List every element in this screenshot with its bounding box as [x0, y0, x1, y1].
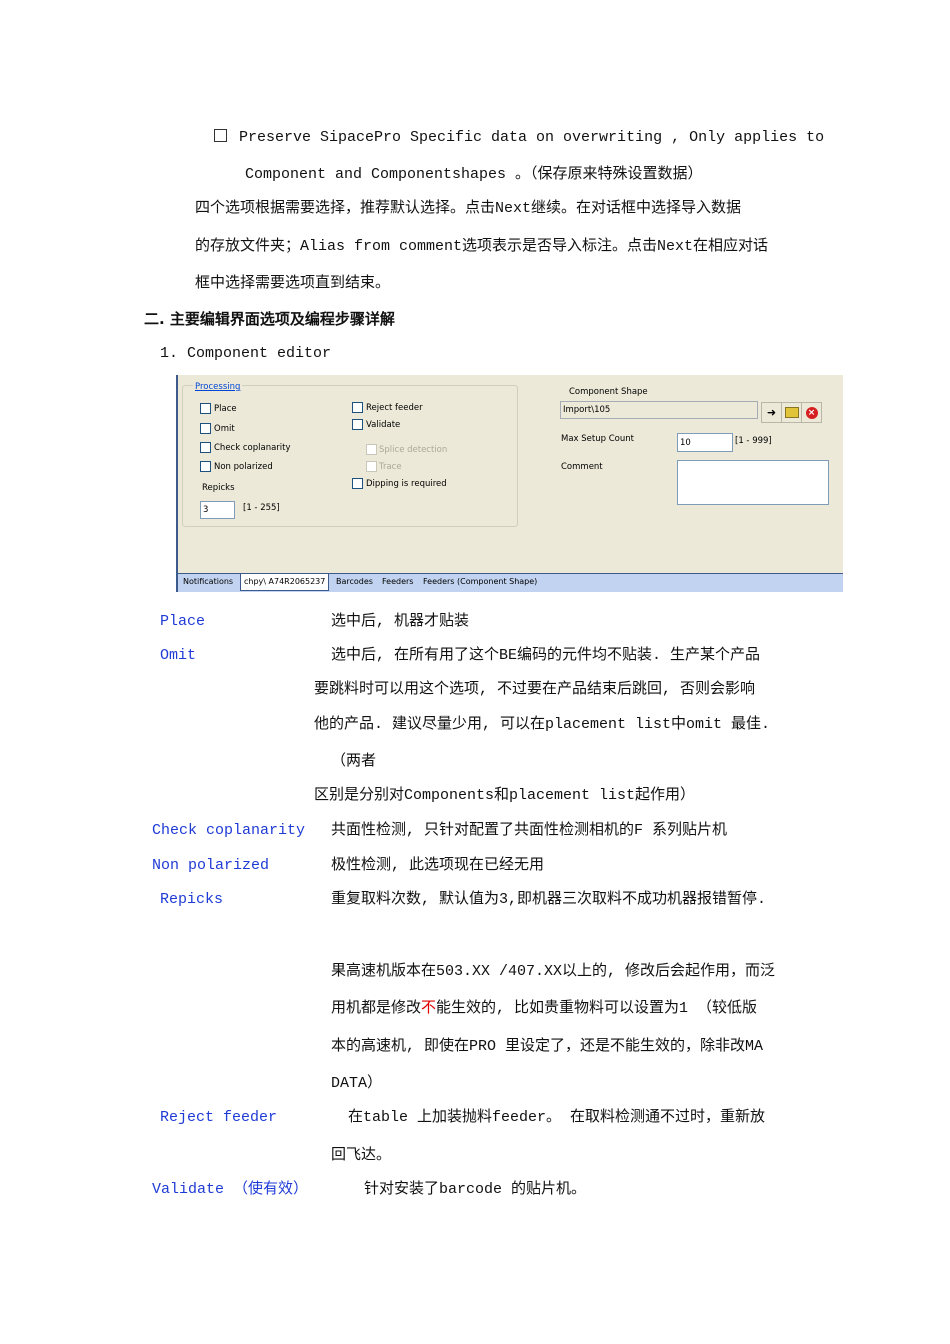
text: 用机都是修改: [331, 1000, 422, 1017]
repicks-label: Repicks: [202, 483, 235, 493]
highlight-text: 不: [421, 1000, 437, 1017]
term-omit: Omit: [160, 647, 197, 664]
term-place: Place: [160, 613, 206, 630]
tab-notifications[interactable]: Notifications: [183, 577, 233, 586]
tab-feeders-component-shape[interactable]: Feeders (Component Shape): [423, 577, 537, 586]
repicks-value: 3: [203, 505, 209, 515]
term-non-polarized: Non polarized: [152, 857, 270, 874]
term-reject-feeder: Reject feeder: [160, 1109, 278, 1126]
desc-check-coplanarity: 共面性检测, 只针对配置了共面性检测相机的F 系列贴片机: [331, 822, 728, 839]
text: 能生效的, 比如贵重物料可以设置为1 （较低版: [436, 1000, 758, 1017]
reject-feeder-label: Reject feeder: [366, 403, 423, 413]
desc-omit: （两者: [331, 753, 377, 770]
max-setup-count-value: 10: [680, 438, 691, 448]
tab-bar: Notifications chpy\ A74R2065237 Barcodes…: [178, 573, 843, 592]
desc-place: 选中后, 机器才贴装: [331, 613, 470, 630]
place-label: Place: [214, 404, 237, 414]
desc-repicks: 本的高速机, 即使在PRO 里设定了，还是不能生效的，除非改MA: [331, 1038, 764, 1055]
omit-checkbox[interactable]: [200, 423, 211, 434]
arrow-right-button[interactable]: ➜: [761, 402, 782, 423]
paragraph-line: 框中选择需要选项直到结束。: [195, 275, 391, 292]
checkbox-icon: [214, 129, 227, 142]
component-shape-label: Component Shape: [569, 387, 648, 397]
desc-omit: 要跳料时可以用这个选项, 不过要在产品结束后跳回, 否则会影响: [314, 681, 756, 698]
term-repicks: Repicks: [160, 891, 224, 908]
folder-open-icon: [784, 407, 799, 418]
component-shape-value: Import\105: [563, 405, 611, 415]
repicks-input[interactable]: 3: [200, 501, 235, 519]
dipping-checkbox[interactable]: [352, 478, 363, 489]
desc-validate: 针对安装了barcode 的贴片机。: [364, 1181, 587, 1198]
preserve-option: Preserve SipacePro Specific data on over…: [214, 129, 824, 147]
comment-textarea[interactable]: [677, 460, 829, 505]
trace-label: Trace: [379, 462, 402, 472]
desc-repicks: 用机都是修改不能生效的, 比如贵重物料可以设置为1 （较低版: [331, 1000, 757, 1018]
max-setup-count-input[interactable]: 10: [677, 433, 733, 452]
desc-non-polarized: 极性检测, 此选项现在已经无用: [331, 857, 545, 874]
term-check-coplanarity: Check coplanarity: [152, 822, 306, 839]
dipping-label: Dipping is required: [366, 479, 447, 489]
comment-label: Comment: [561, 462, 603, 472]
validate-checkbox[interactable]: [352, 419, 363, 430]
desc-omit: 区别是分别对Components和placement list起作用）: [314, 787, 696, 804]
preserve-text: Preserve SipacePro Specific data on over…: [239, 129, 825, 146]
desc-repicks: DATA）: [331, 1075, 383, 1092]
desc-reject-feeder: 在table 上加装抛料feeder。 在取料检测通不过时，重新放: [348, 1109, 766, 1126]
arrow-right-icon: ➜: [766, 406, 777, 419]
tab-component[interactable]: chpy\ A74R2065237: [240, 574, 330, 591]
processing-title: Processing: [193, 382, 243, 392]
max-setup-range: [1 - 999]: [735, 436, 772, 446]
max-setup-count-label: Max Setup Count: [561, 434, 634, 444]
paragraph-line: 四个选项根据需要选择，推荐默认选择。点击Next继续。在对话框中选择导入数据: [195, 200, 742, 217]
desc-repicks: 重复取料次数, 默认值为3,即机器三次取料不成功机器报错暂停.: [331, 891, 767, 908]
splice-detection-checkbox: [366, 444, 377, 455]
paragraph-line: 的存放文件夹；Alias from comment选项表示是否导入标注。点击Ne…: [195, 238, 769, 255]
preserve-text-2: Component and Componentshapes 。（保存原来特殊设置…: [245, 166, 703, 183]
reject-feeder-checkbox[interactable]: [352, 402, 363, 413]
desc-repicks: 果高速机版本在503.XX /407.XX以上的, 修改后会起作用，而泛: [331, 963, 776, 980]
omit-label: Omit: [214, 424, 235, 434]
check-coplanarity-label: Check coplanarity: [214, 443, 291, 453]
component-editor-screenshot: Processing Place Omit Check coplanarity …: [176, 375, 843, 592]
delete-button[interactable]: ×: [801, 402, 822, 423]
check-coplanarity-checkbox[interactable]: [200, 442, 211, 453]
desc-reject-feeder: 回飞达。: [331, 1147, 392, 1164]
trace-checkbox: [366, 461, 377, 472]
section-heading: 二. 主要编辑界面选项及编程步骤详解: [144, 310, 395, 328]
document-page: Preserve SipacePro Specific data on over…: [0, 0, 950, 1344]
repicks-range: [1 - 255]: [243, 503, 280, 513]
term-validate: Validate （使有效）: [152, 1181, 309, 1198]
place-checkbox[interactable]: [200, 403, 211, 414]
component-shape-field[interactable]: Import\105: [560, 401, 758, 419]
desc-omit: 他的产品. 建议尽量少用, 可以在placement list中omit 最佳.: [314, 716, 771, 733]
validate-label: Validate: [366, 420, 401, 430]
close-circle-icon: ×: [805, 406, 818, 419]
splice-detection-label: Splice detection: [379, 445, 448, 455]
desc-omit: 选中后, 在所有用了这个BE编码的元件均不贴装. 生产某个产品: [331, 647, 761, 664]
tab-feeders[interactable]: Feeders: [382, 577, 413, 586]
subheading: 1. Component editor: [160, 345, 332, 362]
non-polarized-checkbox[interactable]: [200, 461, 211, 472]
non-polarized-label: Non polarized: [214, 462, 273, 472]
tab-barcodes[interactable]: Barcodes: [336, 577, 373, 586]
open-folder-button[interactable]: [781, 402, 802, 423]
